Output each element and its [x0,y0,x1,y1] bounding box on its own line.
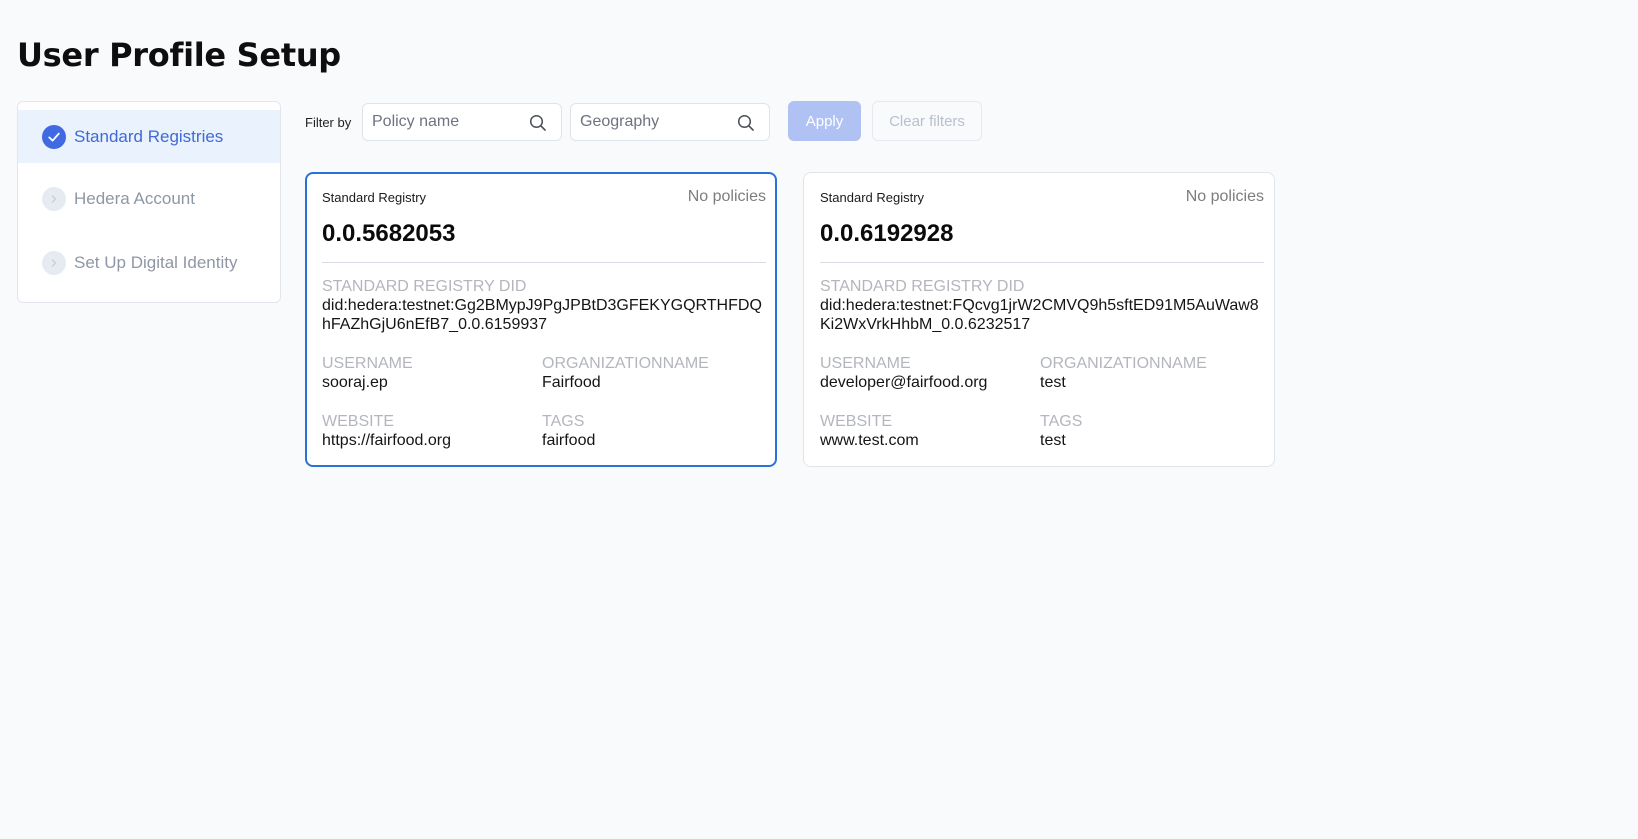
website-value: https://fairfood.org [322,432,451,449]
website-label: Website [820,413,893,430]
username-value: developer@fairfood.org [820,374,988,391]
step-standard-registries[interactable]: Standard Registries [18,110,280,163]
username-value: sooraj.ep [322,374,388,391]
website-value: www.test.com [820,432,919,449]
card-divider [820,262,1264,263]
check-icon [42,124,66,149]
filter-by-label: Filter by [305,115,352,130]
did-value: did:hedera:testnet:Gg2BMypJ9PgJPBtD3GFEK… [322,297,762,333]
card-type-label: Standard Registry [820,190,925,205]
clear-filters-button[interactable]: Clear filters [872,101,982,141]
registry-card[interactable]: Standard Registry No policies 0.0.619292… [803,172,1275,467]
page-title: User Profile Setup [17,36,341,74]
chevron-right-icon [42,251,66,275]
card-type-label: Standard Registry [322,190,427,205]
policy-name-filter [362,103,562,141]
policies-count: No policies [687,188,766,205]
website-label: Website [322,413,395,430]
tags-label: Tags [1040,413,1083,430]
step-set-up-digital-identity[interactable]: Set Up Digital Identity [18,236,280,290]
step-label: Set Up Digital Identity [74,253,238,272]
tags-label: Tags [542,413,585,430]
tags-value: fairfood [542,432,596,449]
search-icon[interactable] [529,114,547,132]
step-hedera-account[interactable]: Hedera Account [18,174,280,224]
chevron-right-icon [42,187,66,211]
geography-filter [570,103,770,141]
registry-card[interactable]: Standard Registry No policies 0.0.568205… [305,172,777,467]
tags-value: test [1040,432,1066,449]
card-divider [322,262,766,263]
username-label: Username [322,355,413,372]
apply-button[interactable]: Apply [788,101,861,141]
search-icon[interactable] [737,114,755,132]
registry-account-id: 0.0.6192928 [820,220,954,247]
step-label: Hedera Account [74,189,195,208]
did-label: Standard Registry DID [322,278,527,295]
organization-value: test [1040,374,1066,391]
organization-label: OrganizationName [542,355,709,372]
username-label: Username [820,355,911,372]
setup-steps-sidebar: Standard Registries Hedera Account Set U… [17,101,281,303]
did-value: did:hedera:testnet:FQcvg1jrW2CMVQ9h5sftE… [820,297,1259,333]
organization-label: OrganizationName [1040,355,1207,372]
organization-value: Fairfood [542,374,601,391]
did-label: Standard Registry DID [820,278,1025,295]
step-label: Standard Registries [74,126,224,146]
policies-count: No policies [1185,188,1264,205]
registry-account-id: 0.0.5682053 [322,220,456,247]
